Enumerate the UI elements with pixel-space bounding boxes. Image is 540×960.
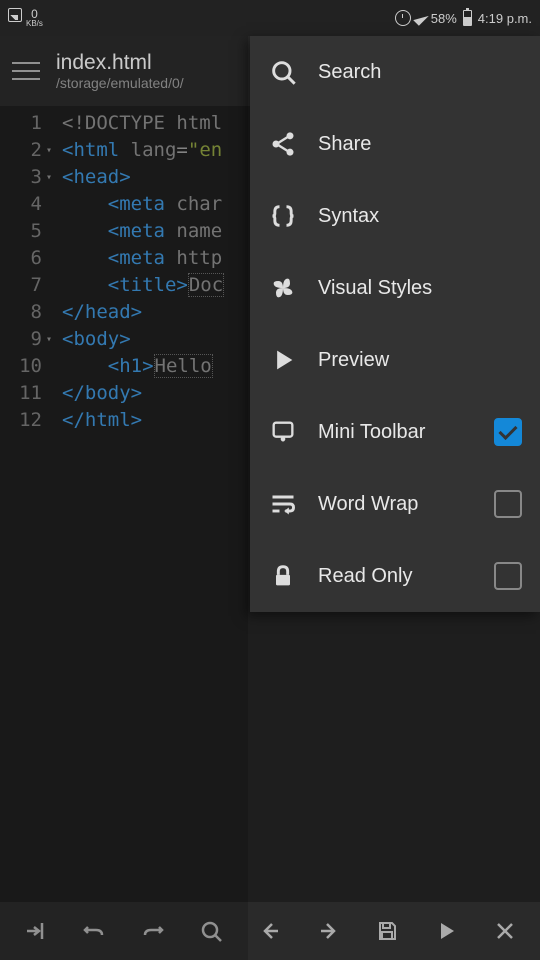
menu-item-visual-styles[interactable]: Visual Styles [250, 252, 540, 324]
menu-item-syntax[interactable]: Syntax [250, 180, 540, 252]
menu-label: Mini Toolbar [318, 421, 474, 444]
status-left: 0 KB/s [8, 8, 43, 28]
menu-item-preview[interactable]: Preview [250, 324, 540, 396]
run-button[interactable] [424, 909, 468, 953]
forward-button[interactable] [307, 909, 351, 953]
lock-icon [268, 561, 298, 591]
speed-unit: KB/s [26, 20, 43, 28]
checkbox[interactable] [494, 418, 522, 446]
network-speed: 0 KB/s [26, 8, 43, 28]
save-button[interactable] [365, 909, 409, 953]
menu-label: Preview [318, 349, 522, 372]
braces-icon [268, 201, 298, 231]
battery-icon [463, 10, 472, 26]
status-bar: 0 KB/s 58% 4:19 p.m. [0, 0, 540, 36]
menu-item-read-only[interactable]: Read Only [250, 540, 540, 612]
menu-item-share[interactable]: Share [250, 108, 540, 180]
back-button[interactable] [248, 909, 292, 953]
checkbox[interactable] [494, 490, 522, 518]
status-right: 58% 4:19 p.m. [395, 10, 532, 26]
share-icon [268, 129, 298, 159]
checkbox[interactable] [494, 562, 522, 590]
dim-overlay[interactable] [0, 36, 248, 960]
menu-label: Share [318, 133, 522, 156]
image-icon [8, 8, 22, 22]
menu-label: Read Only [318, 565, 474, 588]
menu-label: Visual Styles [318, 277, 522, 300]
airplane-icon [413, 10, 429, 26]
cast-icon [268, 417, 298, 447]
wrap-icon [268, 489, 298, 519]
clock: 4:19 p.m. [478, 11, 532, 26]
alarm-icon [395, 10, 411, 26]
menu-label: Word Wrap [318, 493, 474, 516]
overflow-menu: Search Share Syntax Visual Styles Preview Min… [250, 36, 540, 612]
close-button[interactable] [483, 909, 527, 953]
menu-item-search[interactable]: Search [250, 36, 540, 108]
play-icon [268, 345, 298, 375]
search-icon [268, 57, 298, 87]
menu-label: Search [318, 61, 522, 84]
menu-item-word-wrap[interactable]: Word Wrap [250, 468, 540, 540]
menu-item-mini-toolbar[interactable]: Mini Toolbar [250, 396, 540, 468]
battery-percent: 58% [431, 11, 457, 26]
fan-icon [268, 273, 298, 303]
menu-label: Syntax [318, 205, 522, 228]
